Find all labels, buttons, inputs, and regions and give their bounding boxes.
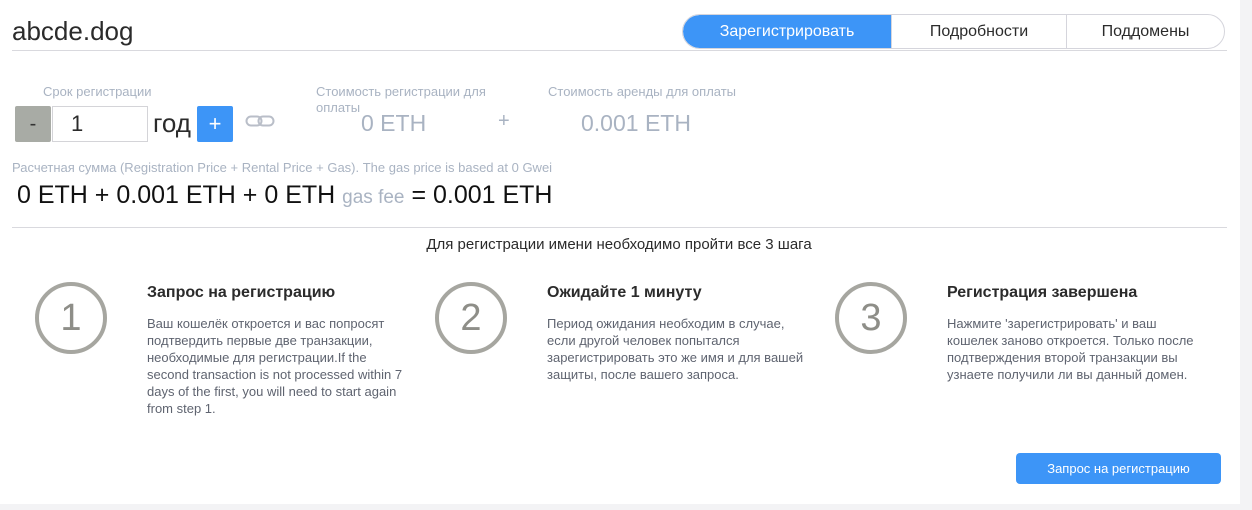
tab-bar: Зарегистрировать Подробности Поддомены (682, 14, 1225, 49)
rent-cost-label: Стоимость аренды для оплаты (548, 84, 737, 99)
step-3-circle: 3 (835, 282, 907, 354)
registration-card: abcde.dog Зарегистрировать Подробности П… (0, 0, 1240, 504)
estimate-result: = 0.001 ETH (411, 181, 553, 209)
gas-fee-label: gas fee (342, 187, 405, 208)
request-registration-button[interactable]: Запрос на регистрацию (1016, 453, 1221, 484)
increase-years-button[interactable]: + (197, 106, 233, 142)
years-unit-label: год (153, 108, 191, 138)
domain-title: abcde.dog (12, 16, 134, 46)
link-icon[interactable] (245, 113, 275, 134)
step-3-title: Регистрация завершена (947, 284, 1138, 301)
rent-cost-value: 0.001 ETH (581, 110, 691, 136)
step-2-text: Период ожидания необходим в случае, если… (547, 316, 804, 382)
steps-title: Для регистрации имени необходимо пройти … (426, 236, 812, 253)
plus-sign: + (498, 110, 510, 132)
step-1-text: Ваш кошелёк откроется и вас попросят под… (147, 316, 403, 416)
estimate-parts: 0 ETH + 0.001 ETH + 0 ETH (17, 181, 336, 209)
step-2-circle: 2 (435, 282, 507, 354)
years-input[interactable] (52, 106, 148, 142)
tab-details[interactable]: Подробности (891, 15, 1066, 48)
decrease-years-button[interactable]: - (15, 106, 51, 142)
step-3-text: Нажмите 'зарегистрировать' и ваш кошелек… (947, 316, 1194, 382)
estimate-total: 0 ETH + 0.001 ETH + 0 ETH gas fee = 0.00… (17, 181, 553, 210)
tab-register[interactable]: Зарегистрировать (683, 15, 891, 48)
tab-subdomains[interactable]: Поддомены (1066, 15, 1224, 48)
header-divider (12, 50, 1227, 51)
term-label: Срок регистрации (43, 84, 152, 99)
step-2-title: Ожидайте 1 минуту (547, 284, 702, 301)
registration-cost-value: 0 ETH (361, 110, 427, 136)
step-1-circle: 1 (35, 282, 107, 354)
section-divider (12, 227, 1227, 228)
estimate-label: Расчетная сумма (Registration Price + Re… (12, 160, 553, 175)
step-1-title: Запрос на регистрацию (147, 284, 336, 301)
